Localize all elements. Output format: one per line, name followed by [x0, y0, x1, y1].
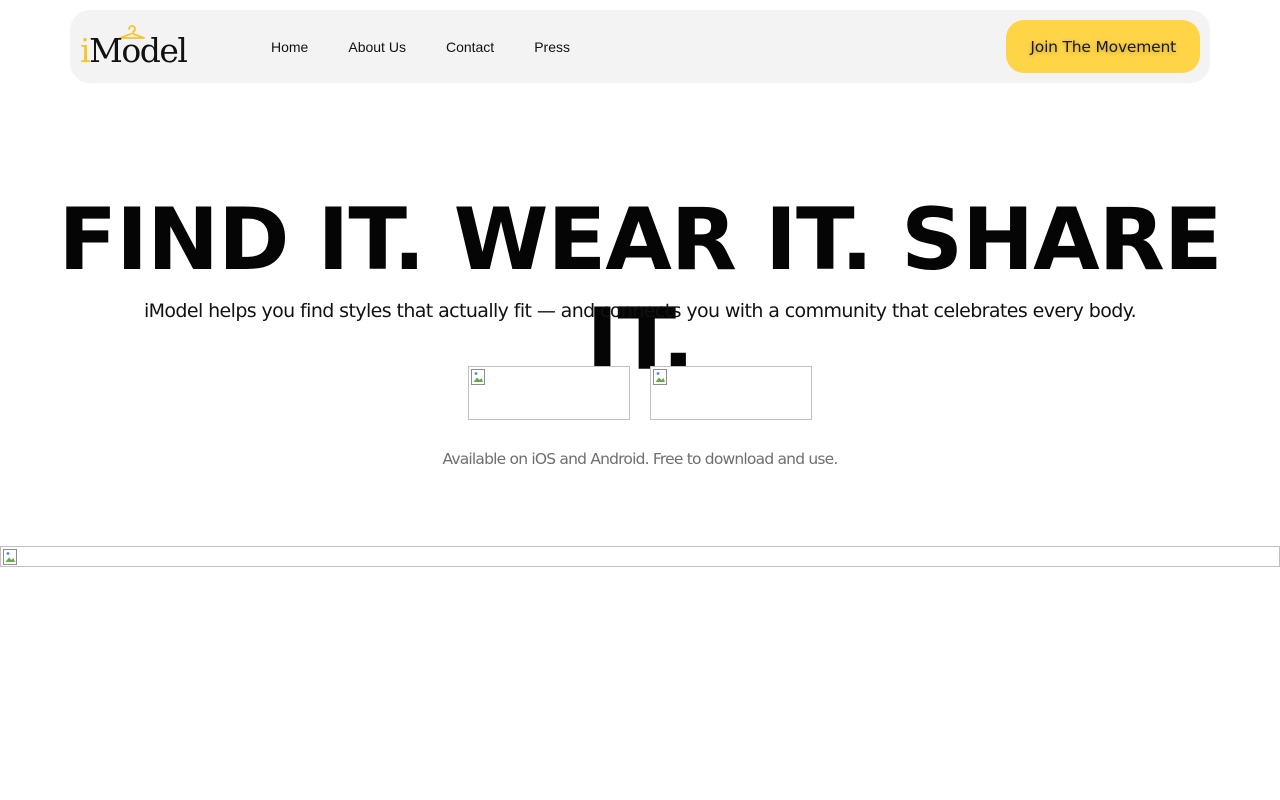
availability-note: Available on iOS and Android. Free to do…	[442, 450, 838, 468]
site-logo[interactable]: iModel	[80, 24, 188, 70]
app-store-badges	[468, 366, 812, 420]
navbar: iModel Home About Us Contact Press Join …	[70, 10, 1210, 83]
app-store-badge-ios[interactable]	[468, 366, 630, 420]
hero-banner-image	[0, 546, 1280, 567]
join-the-movement-button[interactable]: Join The Movement	[1006, 20, 1200, 73]
hero-subtitle: iModel helps you find styles that actual…	[143, 300, 1137, 322]
nav-link-about-us[interactable]: About Us	[348, 39, 406, 55]
page: iModel Home About Us Contact Press Join …	[0, 0, 1280, 800]
main-nav: Home About Us Contact Press	[271, 10, 610, 83]
app-store-badge-android[interactable]	[650, 366, 812, 420]
nav-link-press[interactable]: Press	[534, 39, 570, 55]
logo-letters-model: Model	[89, 31, 188, 70]
broken-image-icon	[3, 549, 17, 565]
broken-image-icon	[653, 369, 667, 385]
nav-link-contact[interactable]: Contact	[446, 39, 494, 55]
nav-link-home[interactable]: Home	[271, 39, 308, 55]
broken-image-icon	[471, 369, 485, 385]
logo-wordmark: iModel	[80, 31, 188, 70]
hero-title: FIND IT. WEAR IT. SHARE IT.	[58, 190, 1222, 390]
logo-letter-i: i	[80, 31, 91, 70]
